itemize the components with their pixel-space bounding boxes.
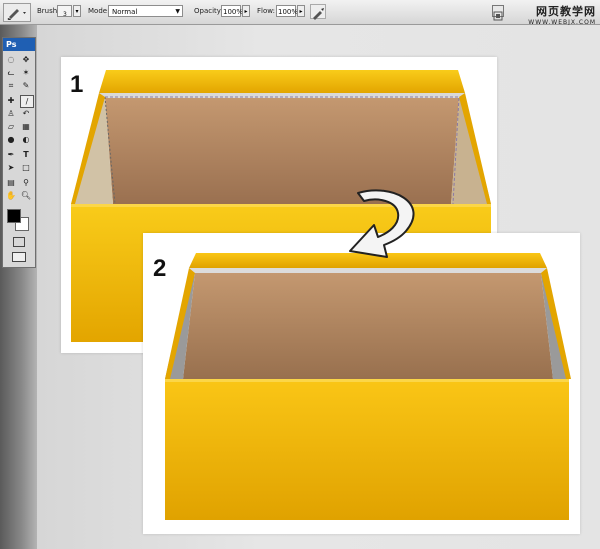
flow-label: Flow: [257, 7, 275, 15]
site-name: 网页教学网 [536, 5, 596, 18]
opacity-value: 100% [223, 8, 244, 16]
mode-label: Mode: [88, 7, 110, 15]
curved-arrow-icon [349, 189, 415, 258]
site-watermark: 网页教学网 WWW.WEBJX.COM [528, 3, 596, 26]
brush-tool-icon [7, 9, 26, 20]
marquee-icon[interactable]: ◌ [5, 54, 17, 65]
lasso-icon[interactable]: ᓚ [5, 67, 17, 78]
toolbox-header[interactable]: Ps [3, 38, 35, 51]
type-icon[interactable]: T [20, 149, 32, 160]
tool-preset-picker[interactable] [3, 3, 31, 22]
opacity-input[interactable]: 100% [221, 5, 244, 17]
path-selection-icon[interactable]: ➤ [5, 162, 17, 173]
mode-value: Normal [112, 8, 138, 16]
dodge-icon[interactable]: ◐ [20, 134, 32, 145]
box-illustration-2 [165, 253, 571, 520]
flow-slider-button[interactable]: ▸ [297, 5, 305, 17]
palette-well-icon[interactable] [492, 5, 504, 21]
step-2-panel: 2 [143, 233, 580, 534]
clone-stamp-icon[interactable]: ♙ [5, 108, 17, 119]
chevron-down-icon: ▼ [175, 8, 180, 15]
brush-size: 3 [63, 11, 67, 18]
mode-select[interactable]: Normal ▼ [108, 5, 183, 17]
canvas-area[interactable]: 1 2 [37, 25, 600, 549]
gradient-icon[interactable]: ▦ [20, 121, 32, 132]
notes-icon[interactable]: ▤ [5, 177, 17, 188]
crop-icon[interactable]: ⌗ [5, 80, 17, 91]
healing-brush-icon[interactable]: ✚ [5, 95, 17, 106]
shape-icon[interactable]: □ [20, 162, 32, 173]
flow-value: 100% [278, 8, 299, 16]
eraser-icon[interactable]: ▱ [5, 121, 17, 132]
options-bar: Brush: 3 ▾ Mode: Normal ▼ Opacity: 100% … [0, 0, 600, 26]
pen-icon[interactable]: ✒ [5, 149, 17, 160]
move-icon[interactable]: ✥ [20, 54, 32, 65]
history-brush-icon[interactable]: ↶ [20, 108, 32, 119]
airbrush-icon [313, 8, 324, 20]
screen-mode-icon[interactable] [12, 252, 26, 262]
quick-mask-icon[interactable] [13, 237, 25, 247]
opacity-label: Opacity: [194, 7, 223, 15]
magic-wand-icon[interactable]: ✶ [20, 67, 32, 78]
brush-icon[interactable]: / [20, 95, 34, 108]
eyedropper-icon[interactable]: ⚲ [20, 177, 32, 188]
tools-panel: Ps ◌ ✥ ᓚ ✶ ⌗ ✎ ✚ / ♙ ↶ ▱ ▦ ● ◐ ✒ T ➤ □ ▤… [2, 37, 36, 268]
hand-icon[interactable]: ✋ [5, 190, 17, 201]
foreground-color-swatch[interactable] [7, 209, 21, 223]
flow-input[interactable]: 100% [276, 5, 299, 17]
blur-icon[interactable]: ● [5, 134, 17, 145]
airbrush-button[interactable] [310, 4, 326, 20]
opacity-slider-button[interactable]: ▸ [242, 5, 250, 17]
slice-icon[interactable]: ✎ [20, 80, 32, 91]
zoom-icon[interactable]: 🔍︎ [20, 190, 32, 201]
brush-dropdown-arrow[interactable]: ▾ [73, 5, 81, 17]
